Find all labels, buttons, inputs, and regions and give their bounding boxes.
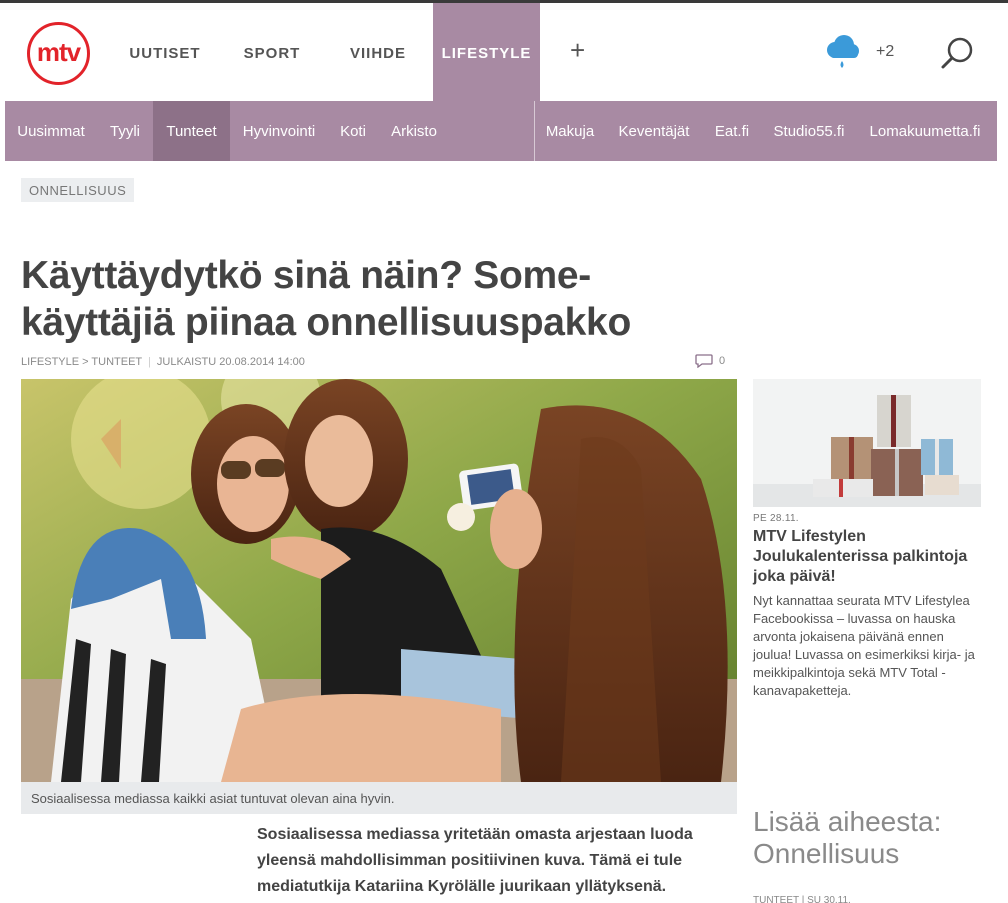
sub-navigation: Uusimmat Tyyli Tunteet Hyvinvointi Koti … [5, 101, 997, 161]
subnav-makuja[interactable]: Makuja [535, 101, 605, 161]
subnav-lomakuumetta[interactable]: Lomakuumetta.fi [857, 101, 993, 161]
weather-temp: +2 [876, 43, 895, 60]
topic-tag[interactable]: ONNELLISUUS [21, 178, 135, 202]
related-meta: TUNTEET | SU 30.11. [753, 895, 851, 903]
breadcrumb[interactable]: LIFESTYLE > TUNTEET [21, 356, 142, 368]
subnav-studio55[interactable]: Studio55.fi [761, 101, 857, 161]
subnav-arkisto[interactable]: Arkisto [378, 101, 450, 161]
subnav-tunteet[interactable]: Tunteet [153, 101, 230, 161]
search-icon[interactable] [940, 35, 976, 71]
promo-title[interactable]: MTV Lifestylen Joulukalenterissa palkint… [753, 527, 981, 587]
nav-lifestyle[interactable]: LIFESTYLE [433, 3, 540, 104]
subnav-keventajat[interactable]: Keventäjät [605, 101, 703, 161]
meta-separator: | [148, 356, 151, 368]
gift-boxes-photo [753, 379, 981, 507]
logo-text: mtv [36, 36, 81, 67]
comment-count: 0 [719, 355, 726, 367]
rain-cloud-icon [827, 35, 859, 68]
top-header: mtv UUTISET SPORT VIIHDE LIFESTYLE + +2 [0, 0, 1008, 104]
article-lead: Sosiaalisessa mediassa yritetään omasta … [257, 826, 693, 895]
subnav-tyyli[interactable]: Tyyli [97, 101, 153, 161]
publish-date: JULKAISTU 20.08.2014 14:00 [156, 356, 305, 368]
nav-sport[interactable]: SPORT [228, 3, 316, 104]
image-caption: Sosiaalisessa mediassa kaikki asiat tunt… [21, 782, 737, 814]
more-nav-button[interactable]: + [570, 35, 585, 66]
promo-image[interactable] [753, 379, 981, 507]
comments-link[interactable]: 0 [695, 354, 725, 368]
related-heading: Lisää aiheesta: Onnellisuus [753, 806, 942, 869]
subnav-eat[interactable]: Eat.fi [703, 101, 761, 161]
hero-photo [21, 379, 737, 782]
subnav-hyvinvointi[interactable]: Hyvinvointi [230, 101, 328, 161]
promo-text: Nyt kannattaa seurata MTV Lifestylea Fac… [753, 593, 975, 698]
promo-date: PE 28.11. [753, 513, 799, 524]
article-headline: Käyttäydytkö sinä näin? Some-käyttäjiä p… [21, 254, 631, 344]
subnav-koti[interactable]: Koti [328, 101, 378, 161]
nav-uutiset[interactable]: UUTISET [120, 3, 210, 104]
article-hero-image [21, 379, 737, 782]
comment-icon [695, 354, 713, 368]
mtv-logo[interactable]: mtv [27, 22, 90, 85]
nav-viihde[interactable]: VIIHDE [338, 3, 418, 104]
subnav-uusimmat[interactable]: Uusimmat [5, 101, 97, 161]
article-meta: LIFESTYLE > TUNTEET | JULKAISTU 20.08.20… [21, 356, 305, 368]
